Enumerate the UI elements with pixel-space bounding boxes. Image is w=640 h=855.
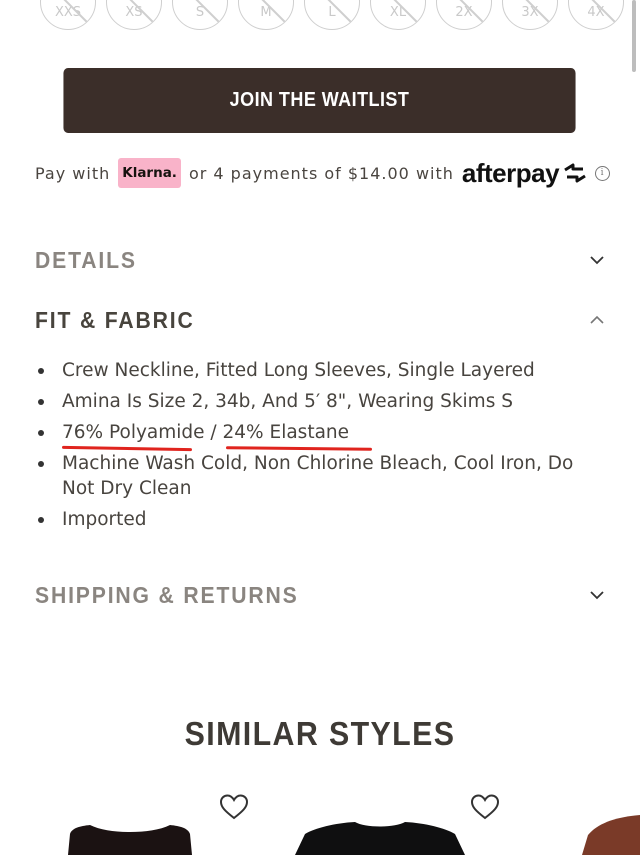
accordion-title: DETAILS	[35, 246, 137, 273]
size-option-2x[interactable]: 2X	[436, 0, 492, 30]
accordion-fit-fabric[interactable]: FIT & FABRIC	[35, 303, 605, 337]
size-option-s[interactable]: S	[172, 0, 228, 30]
list-item: 76% Polyamide / 24% Elastane	[35, 420, 605, 445]
size-label: XXS	[54, 4, 82, 20]
chevron-up-icon	[589, 315, 605, 325]
product-image-partial[interactable]	[582, 815, 640, 855]
list-item: Machine Wash Cold, Non Chlorine Bleach, …	[35, 451, 605, 501]
size-option-4x[interactable]: 4X	[568, 0, 624, 30]
afterpay-logo[interactable]: afterpay	[462, 158, 589, 189]
heart-icon[interactable]	[470, 793, 500, 821]
size-selector: XXS XS S M L XL 2X 3X 4X	[40, 0, 624, 30]
accordion-title: FIT & FABRIC	[35, 306, 195, 333]
size-option-xxs[interactable]: XXS	[40, 0, 96, 30]
size-label: XL	[389, 4, 407, 20]
list-item: Crew Neckline, Fitted Long Sleeves, Sing…	[35, 358, 605, 383]
size-option-xs[interactable]: XS	[106, 0, 162, 30]
size-label: L	[328, 4, 336, 20]
accordion-details[interactable]: DETAILS	[35, 243, 605, 277]
size-label: 3X	[521, 4, 539, 20]
size-label: XS	[125, 4, 143, 20]
join-waitlist-button[interactable]: JOIN THE WAITLIST	[63, 68, 576, 133]
chevron-down-icon	[589, 255, 605, 265]
size-label: 2X	[455, 4, 473, 20]
payment-options: Pay with Klarna. or 4 payments of $14.00…	[35, 155, 615, 191]
installments-text: or 4 payments of $14.00 with	[188, 163, 454, 183]
klarna-logo[interactable]: Klarna.	[118, 158, 181, 188]
product-image-tank[interactable]	[60, 822, 200, 855]
list-item: Imported	[35, 507, 605, 532]
list-item: Amina Is Size 2, 34b, And 5′ 8", Wearing…	[35, 389, 605, 414]
pay-with-label: Pay with	[35, 163, 111, 183]
size-label: S	[195, 4, 205, 20]
size-option-3x[interactable]: 3X	[502, 0, 558, 30]
size-option-l[interactable]: L	[304, 0, 360, 30]
product-image-tee[interactable]	[295, 820, 465, 855]
size-option-m[interactable]: M	[238, 0, 294, 30]
accordion-shipping-returns[interactable]: SHIPPING & RETURNS	[35, 578, 605, 612]
size-label: M	[260, 4, 272, 20]
afterpay-wordmark: afterpay	[461, 157, 560, 188]
afterpay-arrows-icon	[564, 163, 586, 183]
similar-styles-heading: SIMILAR STYLES	[184, 715, 456, 752]
chevron-down-icon	[589, 590, 605, 600]
scrollbar[interactable]	[632, 0, 636, 72]
size-label: 4X	[587, 4, 605, 20]
size-option-xl[interactable]: XL	[370, 0, 426, 30]
info-icon[interactable]: i	[595, 165, 611, 181]
accordion-title: SHIPPING & RETURNS	[35, 581, 299, 608]
heart-icon[interactable]	[219, 793, 249, 821]
